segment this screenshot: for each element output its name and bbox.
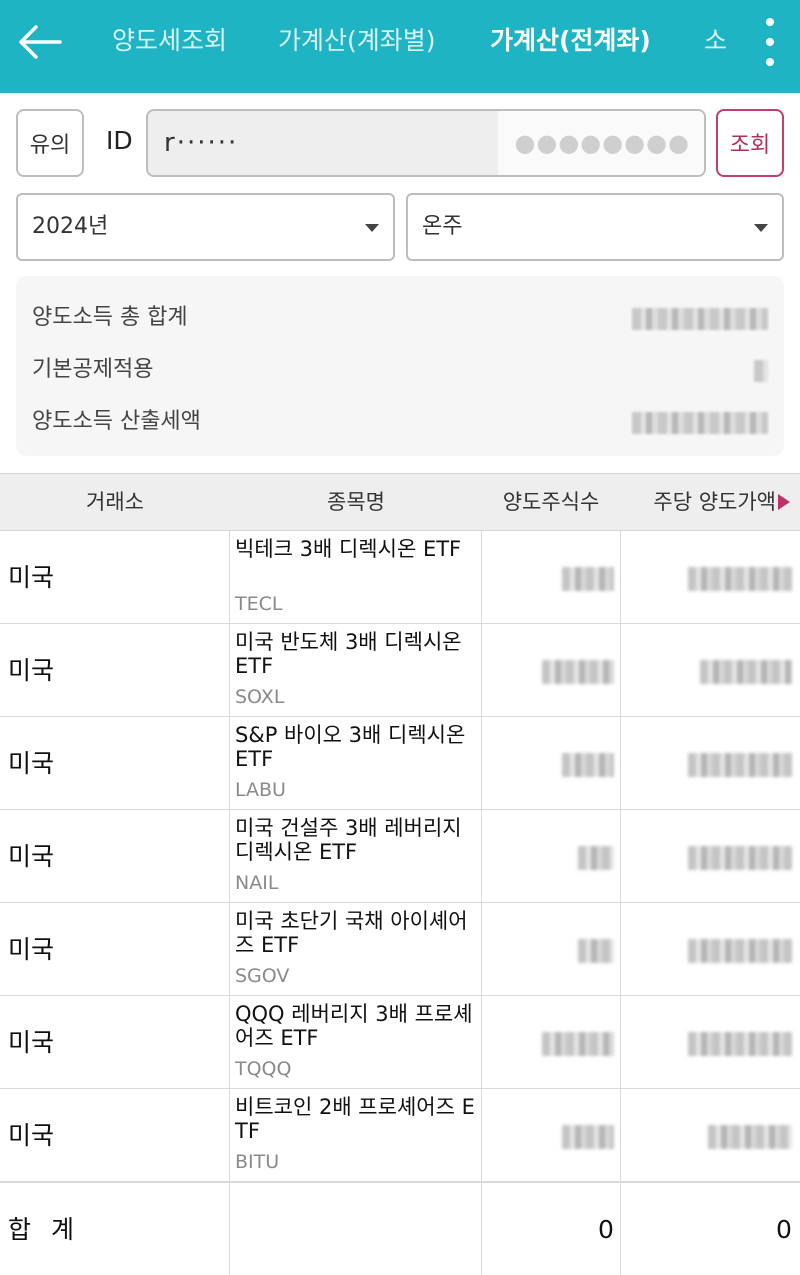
masked-shares bbox=[542, 1032, 614, 1056]
year-select-value: 2024년 bbox=[32, 214, 109, 239]
column-divider bbox=[481, 531, 482, 1275]
more-dot-icon bbox=[766, 18, 774, 26]
stock-name-cell: 미국 건설주 3배 레버리지 디렉시온 ETF bbox=[235, 816, 462, 864]
masked-shares bbox=[562, 567, 614, 591]
stock-code: TQQQ bbox=[235, 1058, 292, 1080]
year-select[interactable]: 2024년 bbox=[16, 193, 395, 261]
account-id-field[interactable]: r······ ●●●●●●●● bbox=[146, 109, 706, 177]
table-row[interactable]: 미국 미국 반도체 3배 디렉시온 ETF SOXL bbox=[0, 624, 800, 717]
masked-shares bbox=[578, 846, 614, 870]
exchange-cell: 미국 bbox=[8, 656, 55, 685]
tab-transfer-tax-inquiry[interactable]: 양도세조회 bbox=[112, 0, 227, 82]
masked-value bbox=[632, 308, 768, 330]
column-divider bbox=[229, 1182, 230, 1275]
exchange-cell: 미국 bbox=[8, 563, 55, 592]
summary-label: 양도소득 산출세액 bbox=[32, 409, 201, 434]
column-divider bbox=[481, 1182, 482, 1275]
exchange-cell: 미국 bbox=[8, 749, 55, 778]
stock-name-cell: 빅테크 3배 디렉시온 ETF bbox=[235, 537, 462, 561]
exchange-cell: 미국 bbox=[8, 1121, 55, 1150]
stock-name-cell: S&P 바이오 3배 디렉시온 ETF bbox=[235, 723, 466, 771]
stock-code: SOXL bbox=[235, 686, 285, 708]
summary-row-basic-deduction: 기본공제적용 bbox=[32, 350, 768, 390]
stock-name-cell: 미국 반도체 3배 디렉시온 ETF bbox=[235, 630, 462, 678]
masked-value bbox=[632, 412, 768, 434]
masked-price bbox=[688, 846, 792, 870]
exchange-cell: 미국 bbox=[8, 935, 55, 964]
column-divider bbox=[620, 531, 621, 1275]
stock-code: BITU bbox=[235, 1151, 280, 1173]
masked-price bbox=[708, 1125, 792, 1149]
table-row[interactable]: 미국 QQQ 레버리지 3배 프로셰어즈 ETF TQQQ bbox=[0, 996, 800, 1089]
category-select-value: 온주 bbox=[422, 214, 463, 239]
summary-panel: 양도소득 총 합계 기본공제적용 양도소득 산출세액 bbox=[16, 276, 784, 456]
stock-name-cell: 비트코인 2배 프로셰어즈 ETF bbox=[235, 1095, 475, 1143]
masked-price bbox=[688, 1032, 792, 1056]
masked-shares bbox=[542, 660, 614, 684]
stock-code: NAIL bbox=[235, 872, 279, 894]
query-button[interactable]: 조회 bbox=[716, 109, 784, 177]
summary-label: 양도소득 총 합계 bbox=[32, 305, 188, 330]
password-field[interactable]: ●●●●●●●● bbox=[498, 111, 704, 175]
dropdown-caret-icon bbox=[365, 224, 379, 232]
total-row: 합 계 0 0 bbox=[0, 1182, 800, 1275]
masked-shares bbox=[562, 1125, 614, 1149]
app-header: 양도세조회 가계산(계좌별) 가계산(전계좌) 소 bbox=[0, 0, 800, 93]
total-shares: 0 bbox=[598, 1215, 614, 1244]
more-dot-icon bbox=[766, 58, 774, 66]
column-header-price-per-share: 주당 양도가액 bbox=[653, 490, 776, 514]
id-label: ID bbox=[106, 126, 133, 155]
column-header-stock-name: 종목명 bbox=[327, 490, 385, 514]
tab-next-partial[interactable]: 소 bbox=[704, 0, 727, 82]
table-row[interactable]: 미국 미국 건설주 3배 레버리지 디렉시온 ETF NAIL bbox=[0, 810, 800, 903]
table-row[interactable]: 미국 S&P 바이오 3배 디렉시온 ETF LABU bbox=[0, 717, 800, 810]
masked-value bbox=[754, 360, 768, 382]
column-header-shares-sold: 양도주식수 bbox=[502, 490, 600, 514]
column-divider bbox=[229, 531, 230, 1275]
stock-code: LABU bbox=[235, 779, 286, 801]
tab-estimate-by-account[interactable]: 가계산(계좌별) bbox=[278, 0, 436, 82]
total-price: 0 bbox=[776, 1215, 792, 1244]
more-dot-icon bbox=[766, 38, 774, 46]
back-button[interactable] bbox=[12, 16, 68, 68]
stock-code: SGOV bbox=[235, 965, 290, 987]
category-select[interactable]: 온주 bbox=[406, 193, 784, 261]
table-row[interactable]: 미국 미국 초단기 국채 아이셰어즈 ETF SGOV bbox=[0, 903, 800, 996]
stock-name-cell: 미국 초단기 국채 아이셰어즈 ETF bbox=[235, 909, 468, 957]
stock-code: TECL bbox=[235, 593, 283, 615]
masked-shares bbox=[562, 753, 614, 777]
masked-price bbox=[688, 753, 792, 777]
scroll-right-arrow-icon[interactable] bbox=[778, 494, 790, 510]
exchange-cell: 미국 bbox=[8, 842, 55, 871]
column-divider bbox=[620, 1182, 621, 1275]
notice-button[interactable]: 유의 bbox=[16, 109, 84, 177]
tab-bar: 양도세조회 가계산(계좌별) 가계산(전계좌) 소 bbox=[92, 0, 732, 93]
masked-shares bbox=[578, 939, 614, 963]
summary-label: 기본공제적용 bbox=[32, 357, 154, 382]
table-header: 거래소 종목명 양도주식수 주당 양도가액 bbox=[0, 473, 800, 531]
stock-name-cell: QQQ 레버리지 3배 프로셰어즈 ETF bbox=[235, 1002, 473, 1050]
tab-estimate-all-accounts[interactable]: 가계산(전계좌) bbox=[490, 0, 651, 82]
back-arrow-icon bbox=[19, 25, 62, 59]
table-row[interactable]: 미국 빅테크 3배 디렉시온 ETF TECL bbox=[0, 531, 800, 624]
column-header-exchange: 거래소 bbox=[86, 490, 144, 514]
masked-price bbox=[700, 660, 792, 684]
exchange-cell: 미국 bbox=[8, 1028, 55, 1057]
total-label: 합 계 bbox=[8, 1215, 80, 1244]
more-menu-button[interactable] bbox=[748, 14, 792, 70]
account-id-value: r······ bbox=[164, 128, 239, 158]
summary-row-calculated-tax: 양도소득 산출세액 bbox=[32, 402, 768, 442]
summary-row-total-gain: 양도소득 총 합계 bbox=[32, 298, 768, 338]
masked-price bbox=[688, 567, 792, 591]
password-mask: ●●●●●●●● bbox=[514, 129, 690, 157]
table-row[interactable]: 미국 비트코인 2배 프로셰어즈 ETF BITU bbox=[0, 1089, 800, 1182]
dropdown-caret-icon bbox=[754, 224, 768, 232]
masked-price bbox=[688, 939, 792, 963]
